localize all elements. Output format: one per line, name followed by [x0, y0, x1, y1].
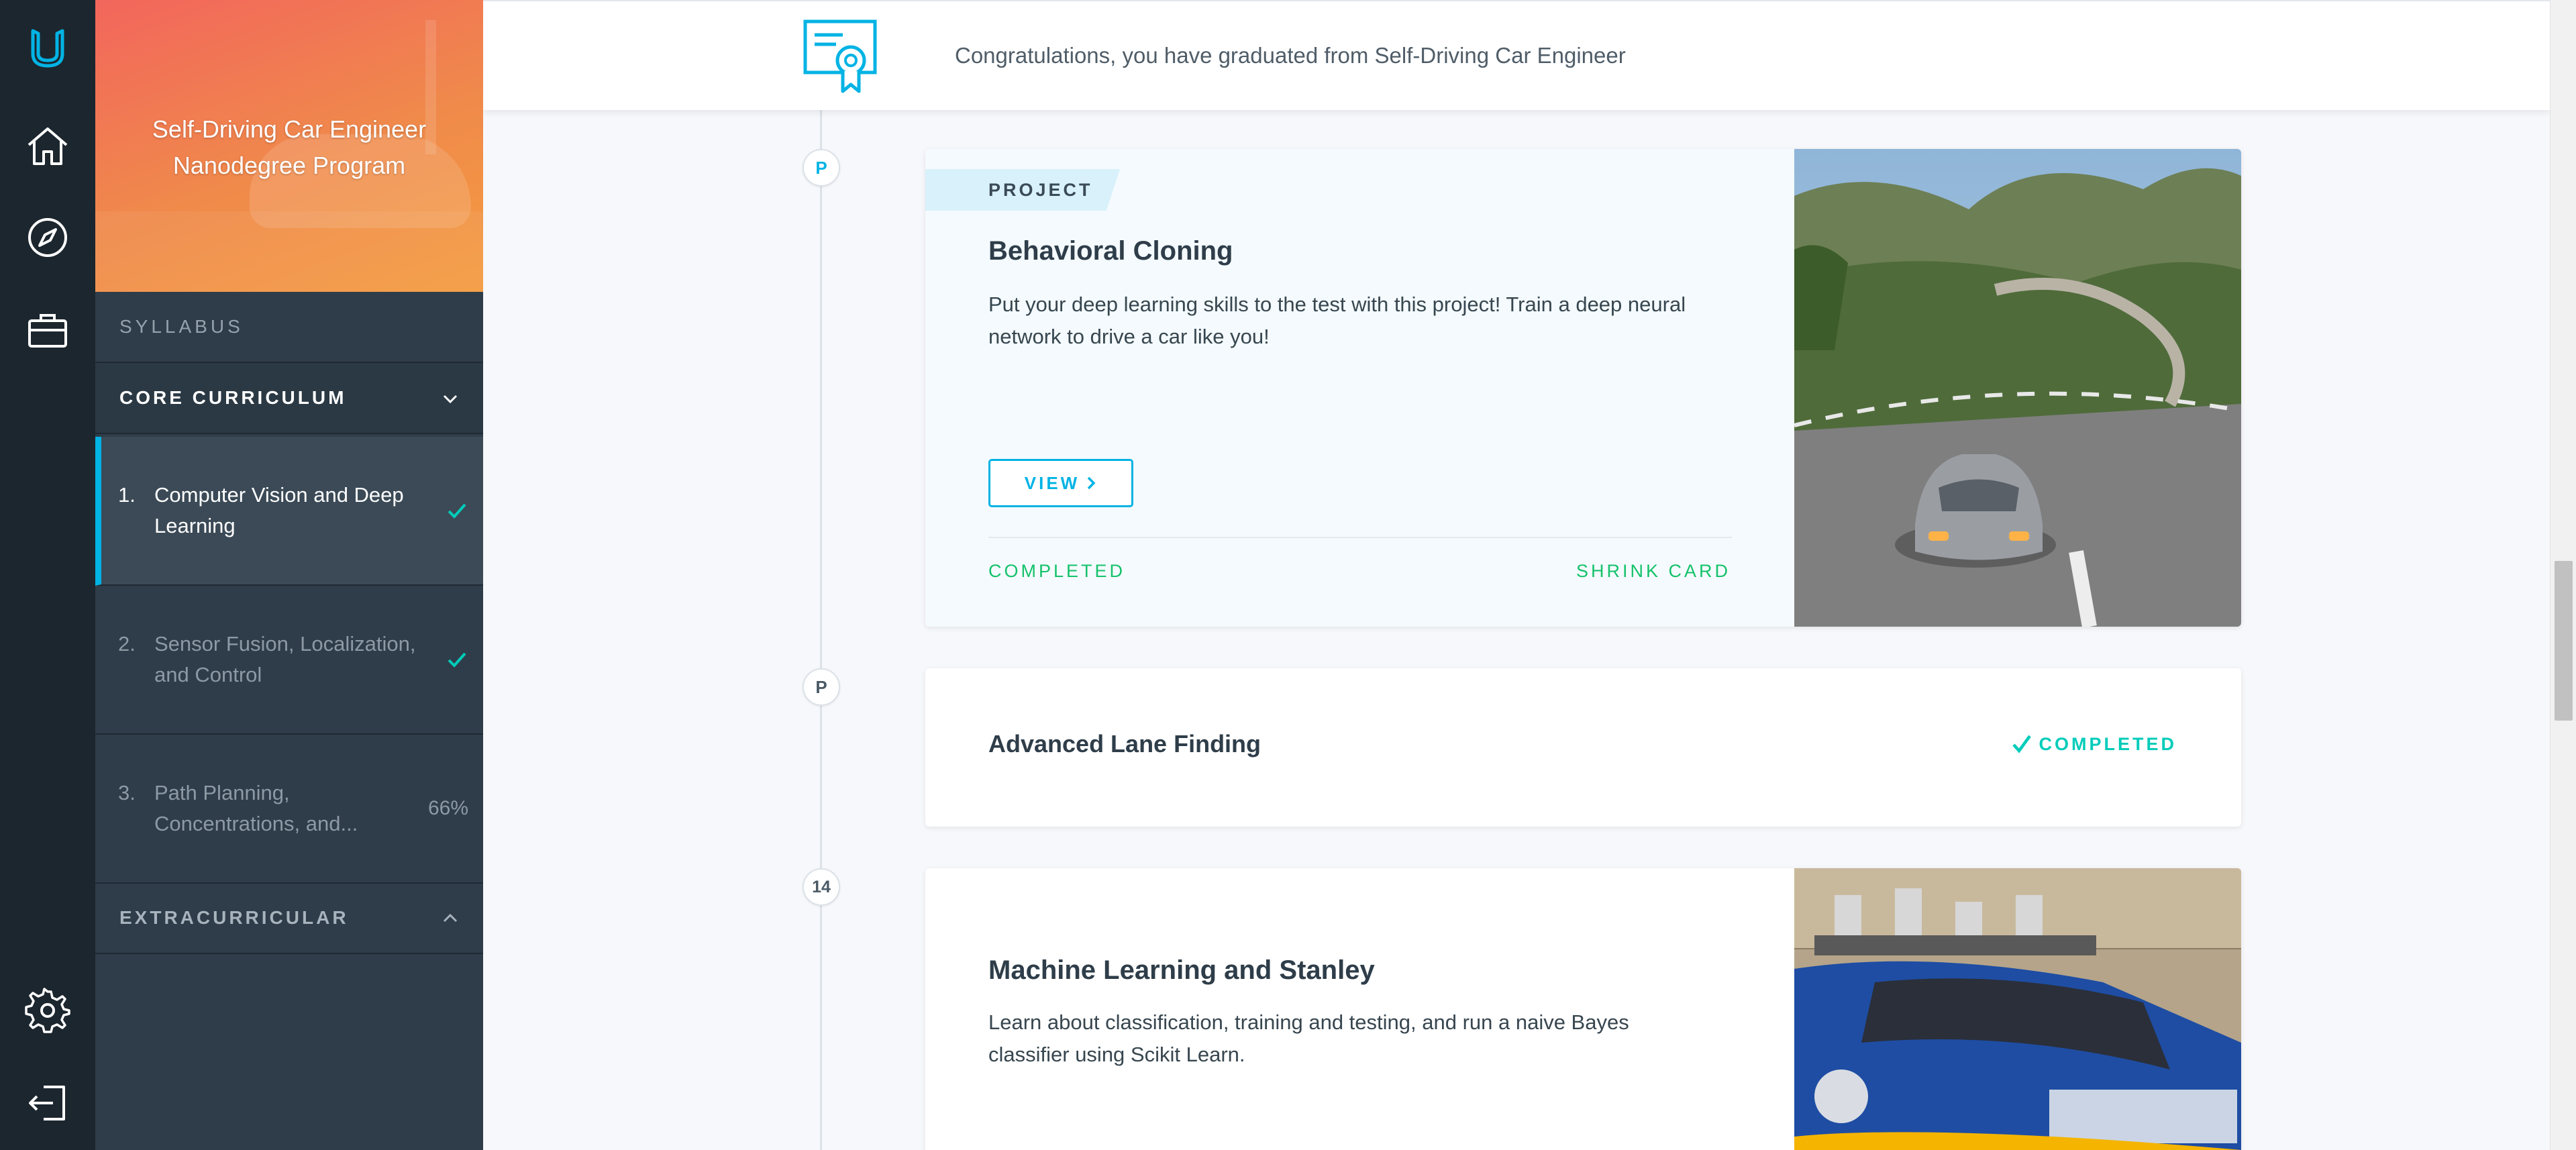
- graduation-message: Congratulations, you have graduated from…: [955, 43, 1626, 68]
- icon-rail: [0, 0, 95, 1150]
- completed-status: COMPLETED: [2010, 733, 2177, 755]
- lesson-title: Computer Vision and Deep Learning: [154, 483, 404, 537]
- completed-label: COMPLETED: [2039, 733, 2177, 754]
- card-divider: [988, 537, 1732, 538]
- syllabus-sidebar: Self-Driving Car Engineer Nanodegree Pro…: [95, 0, 483, 1150]
- lesson-number: 1.: [118, 483, 136, 507]
- compass-icon[interactable]: [21, 211, 74, 264]
- page-scrollbar[interactable]: [2550, 0, 2576, 1150]
- project-card-behavioral-cloning: PROJECT Behavioral Cloning Put your deep…: [925, 149, 2241, 627]
- project-card-advanced-lane-finding[interactable]: Advanced Lane Finding COMPLETED: [925, 668, 2241, 827]
- home-icon[interactable]: [21, 119, 74, 173]
- gear-icon[interactable]: [21, 984, 74, 1037]
- scrollbar-thumb[interactable]: [2555, 561, 2573, 721]
- check-icon: [446, 437, 468, 584]
- lesson-progress: 66%: [427, 797, 468, 819]
- program-hero-image: Self-Driving Car Engineer Nanodegree Pro…: [95, 0, 483, 292]
- lesson-number: 2.: [118, 632, 136, 656]
- check-icon: [446, 586, 468, 733]
- card-title: Machine Learning and Stanley: [988, 955, 1375, 985]
- simulator-car-image: [1794, 149, 2241, 627]
- syllabus-heading: SYLLABUS: [95, 292, 483, 363]
- completed-status: COMPLETED: [988, 561, 1126, 581]
- timeline-marker: P: [803, 668, 840, 706]
- card-description: Learn about classification, training and…: [988, 1010, 1629, 1066]
- core-curriculum-label: CORE CURRICULUM: [119, 387, 347, 408]
- program-title[interactable]: Self-Driving Car Engineer Nanodegree Pro…: [95, 111, 483, 184]
- program-title-line1: Self-Driving Car Engineer: [152, 115, 427, 143]
- main-content: P P 14 PROJECT Behavioral Cloning Put yo…: [483, 0, 2550, 1150]
- sidebar-item-lesson-3[interactable]: 3. Path Planning, Concentrations, and...…: [95, 735, 483, 884]
- shrink-card-button[interactable]: SHRINK CARD: [1576, 561, 1731, 582]
- timeline-line: [820, 107, 822, 1150]
- logout-icon[interactable]: [21, 1076, 74, 1130]
- chevron-up-icon: [443, 913, 458, 923]
- lesson-card-ml-stanley[interactable]: Machine Learning and Stanley Learn about…: [925, 868, 2241, 1150]
- view-button[interactable]: VIEW: [988, 459, 1133, 507]
- program-title-line2: Nanodegree Program: [172, 152, 406, 179]
- chevron-right-icon: [1087, 476, 1096, 490]
- sidebar-item-lesson-1[interactable]: 1. Computer Vision and Deep Learning: [95, 437, 483, 586]
- check-icon: [2012, 735, 2032, 753]
- card-body: PROJECT Behavioral Cloning Put your deep…: [925, 149, 1794, 627]
- lesson-title: Sensor Fusion, Localization, and Control: [154, 632, 416, 686]
- graduation-banner: Congratulations, you have graduated from…: [483, 0, 2550, 110]
- project-tag: PROJECT: [925, 169, 1120, 211]
- view-button-label: VIEW: [1024, 472, 1080, 493]
- lesson-title: Path Planning, Concentrations, and...: [154, 781, 358, 835]
- card-description: Put your deep learning skills to the tes…: [988, 293, 1686, 348]
- hero-road-shape: [95, 211, 483, 292]
- udacity-logo-icon[interactable]: [21, 21, 74, 75]
- sidebar-item-lesson-2[interactable]: 2. Sensor Fusion, Localization, and Cont…: [95, 586, 483, 735]
- certificate-icon: [803, 19, 877, 93]
- stanley-car-image: [1794, 868, 2241, 1150]
- lesson-number: 3.: [118, 781, 136, 804]
- briefcase-icon[interactable]: [21, 303, 74, 357]
- core-curriculum-toggle[interactable]: CORE CURRICULUM: [95, 363, 483, 434]
- timeline-marker: P: [803, 149, 840, 187]
- timeline-marker: 14: [803, 868, 840, 906]
- chevron-down-icon: [443, 395, 458, 404]
- card-title: Behavioral Cloning: [988, 236, 1233, 266]
- card-title: Advanced Lane Finding: [988, 730, 1261, 757]
- extracurricular-label: EXTRACURRICULAR: [119, 907, 349, 928]
- extracurricular-toggle[interactable]: EXTRACURRICULAR: [95, 883, 483, 954]
